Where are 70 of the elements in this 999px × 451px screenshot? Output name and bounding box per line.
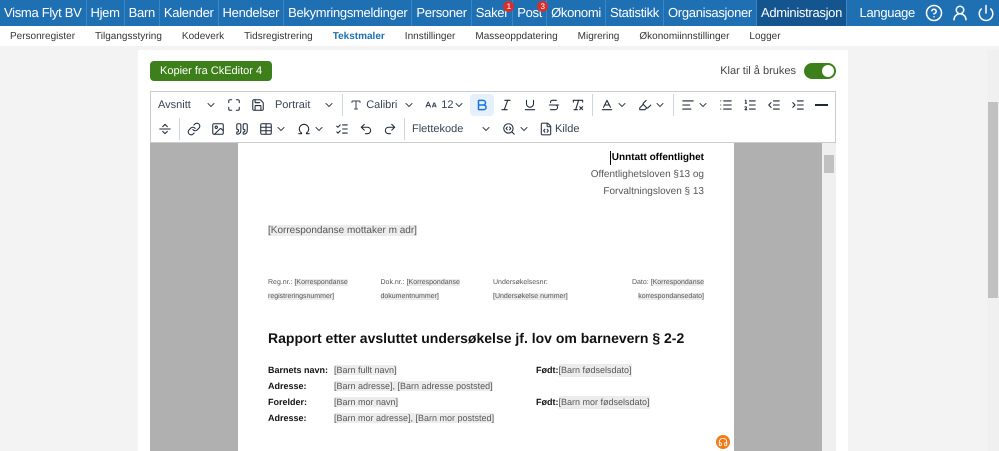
sub-nav-tab[interactable]: Masseoppdatering [475, 28, 558, 44]
format-dropdown[interactable]: Avsnitt [153, 94, 222, 116]
document-title: Rapport etter avsluttet undersøkelse jf. lov om barnevern § 2-2 [268, 329, 686, 348]
align-icon [680, 98, 695, 112]
placeholder-text: [Barn mor adresse], [Barn mor poststed] [334, 413, 494, 423]
toggle-label: Klar til å brukes [720, 64, 796, 79]
placeholder-text: [Barn mor navn] [334, 397, 398, 407]
bold-icon [475, 98, 490, 112]
orientation-dropdown[interactable]: Portrait [270, 94, 340, 116]
clear-format-icon [571, 98, 586, 112]
nav-tab[interactable]: Administrasjon [756, 0, 848, 26]
checklist-icon [335, 122, 349, 136]
sub-nav-tab[interactable]: Kodeverk [182, 28, 224, 44]
underline-icon [523, 98, 538, 112]
source-button[interactable]: Kilde [535, 118, 584, 140]
placeholder-text: [Barn mor fødselsdato] [558, 396, 650, 409]
field-label: Adresse: [268, 412, 308, 425]
document-text: Forvaltningsloven § 13 [603, 185, 704, 199]
highlight-icon [638, 98, 652, 112]
sub-nav-tab[interactable]: Logger [749, 28, 781, 44]
power-icon[interactable] [977, 4, 995, 22]
italic-icon [499, 98, 514, 112]
fullscreen-icon [226, 98, 241, 112]
placeholder-text: [Barn fullt navn] [334, 365, 397, 375]
placeholder-text: [Barn fødselsdato] [558, 364, 632, 377]
table-icon [259, 122, 273, 136]
source-code-icon [539, 122, 553, 136]
field-label: Født: [536, 364, 558, 377]
field-label: Adresse: [268, 380, 308, 393]
image-icon [211, 122, 225, 136]
notification-badge: 1 [503, 1, 514, 12]
sub-nav-tab[interactable]: Tekstmaler [332, 28, 385, 44]
font-icon [350, 99, 362, 111]
font-size-dropdown[interactable]: 12 [420, 94, 470, 116]
sub-nav-tab[interactable]: Personregister [10, 28, 76, 44]
placeholder-text: [Barn adresse], [Barn adresse poststed] [334, 381, 493, 391]
special-character-icon [297, 122, 311, 136]
font-color-icon [600, 98, 614, 112]
redo-icon [383, 122, 397, 136]
sub-nav-tab[interactable]: Migrering [578, 28, 620, 44]
strikethrough-icon [547, 98, 562, 112]
indent-icon [790, 98, 805, 112]
placeholder-text: [Korrespondanse mottaker m adr] [268, 225, 417, 236]
font-dropdown[interactable]: Calibri [345, 94, 420, 116]
user-icon[interactable] [951, 4, 969, 22]
document-text: Unntatt offentlighet [610, 151, 704, 165]
quote-icon [235, 122, 249, 136]
sub-nav-tab[interactable]: Tilgangsstyring [95, 28, 162, 44]
language-link[interactable]: Language [854, 3, 921, 23]
sub-nav-tab[interactable]: Innstillinger [404, 28, 456, 44]
outdent-icon [766, 98, 781, 112]
field-label: Barnets navn: [268, 364, 330, 377]
document-text: Offentlighetsloven §13 og [590, 168, 704, 182]
numbered-list-icon [742, 98, 757, 112]
ready-toggle[interactable] [804, 63, 836, 79]
support-button[interactable] [716, 435, 730, 449]
find-icon [502, 122, 516, 136]
field-label: Forelder: [268, 396, 308, 409]
horizontal-line-icon [814, 104, 828, 106]
headset-icon [718, 437, 728, 447]
help-icon[interactable] [925, 4, 943, 22]
link-icon [187, 122, 201, 136]
copy-button[interactable]: Kopier fra CkEditor 4 [150, 61, 272, 81]
bold-button[interactable] [470, 94, 494, 116]
sub-nav-tab[interactable]: Økonomiinnstillinger [639, 28, 730, 44]
page-break-icon [158, 122, 172, 136]
undo-icon [359, 122, 373, 136]
sub-nav-tab[interactable]: Tidsregistrering [244, 28, 313, 44]
merge-code-dropdown[interactable]: Flettekode [407, 118, 497, 140]
field-label: Født: [536, 396, 558, 409]
